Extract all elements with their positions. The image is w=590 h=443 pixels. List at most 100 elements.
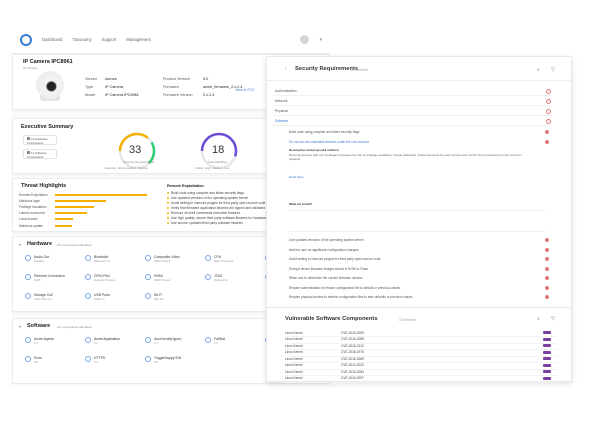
nav-support[interactable]: Support <box>102 37 117 42</box>
chevron-down-icon[interactable]: ▾ <box>19 324 21 329</box>
requirement-row[interactable]: Require physical access to restore confi… <box>289 294 549 300</box>
chevron-down-icon[interactable]: ▾ <box>19 242 21 247</box>
cve-id[interactable]: CVE-2016-2053 <box>341 331 364 335</box>
software-subtitle: 12 components identified <box>57 325 92 329</box>
vulnerable-components-subtitle: 18 identified <box>399 318 417 322</box>
status-dot <box>546 118 551 124</box>
field-label: Firmware <box>163 85 179 89</box>
software-name: TriggerHappy 918 <box>154 356 182 360</box>
cve-id[interactable]: CVE-2016-2084 <box>341 370 364 374</box>
vulnerability-row[interactable]: Linux Kernel CVE-2016-2097 <box>285 375 557 383</box>
software-item[interactable]: Exim 4.8 <box>25 356 42 364</box>
vulnerabilities-label: Vulnerabilities <box>208 160 228 164</box>
threat-bar-label: Malicious update <box>19 223 43 228</box>
requirement-label: Encrypt device firmware images stored in… <box>289 266 369 271</box>
hardware-item[interactable]: Audio Out Speaker <box>25 255 49 263</box>
cve-id[interactable]: CVE-2016-2069 <box>341 357 364 361</box>
requirement-row[interactable]: When use to determine the current firmwa… <box>289 275 549 281</box>
hardware-item[interactable]: JTAG Debug Port <box>205 274 228 282</box>
hardware-item[interactable]: CPU Main Processor <box>205 255 233 263</box>
hardware-item[interactable]: HDMI HDMI Output <box>145 274 170 282</box>
hardware-item[interactable]: Wi-Fi 802.11n <box>145 293 164 301</box>
threat-title: Threat Highlights <box>21 183 67 189</box>
requirement-label: Require physical access to restore confi… <box>289 295 413 299</box>
cve-id[interactable]: CVE-2016-2097 <box>341 376 364 380</box>
hardware-item[interactable]: Bluetooth Bluetooth 4.2 <box>85 255 110 263</box>
category-authentication[interactable]: Authentication <box>273 87 551 96</box>
hardware-item[interactable]: GPIO Pins General Purpose <box>85 274 115 282</box>
nav-taxonomy[interactable]: Taxonomy <box>73 37 92 42</box>
software-item[interactable]: Acme Application 2.4 <box>85 337 120 345</box>
security-requirements-subtitle: 33 identified <box>351 68 369 72</box>
cve-id[interactable]: CVE-2016-1975 <box>341 350 364 354</box>
cve-id[interactable]: CVE-2016-2112 <box>341 344 364 348</box>
hardware-item[interactable]: Ethernet Connection RJ45 <box>25 274 65 282</box>
status-dot <box>545 247 549 252</box>
requirement-row[interactable]: Require authentication to restore config… <box>289 285 549 291</box>
remote-item: Verify that firmware application binarie… <box>167 206 265 210</box>
component-name: Linux Kernel <box>285 337 303 341</box>
status-dot <box>546 98 551 104</box>
nav-dashboard[interactable]: Dashboard <box>42 37 63 42</box>
requirement-row[interactable]: Build code using compiler and linker sec… <box>289 129 549 135</box>
component-name: Linux Kernel <box>285 330 303 335</box>
logo-icon[interactable] <box>20 33 32 46</box>
back-arrow-icon[interactable]: ‹ <box>285 66 287 72</box>
software-count-pill[interactable]: 12 Software Components <box>23 149 57 159</box>
category-network[interactable]: Network <box>273 97 551 106</box>
requirement-label: Add the user as significant configuratio… <box>289 247 359 252</box>
requirement-row[interactable]: Use updated versions of the operating sy… <box>289 237 549 243</box>
remote-item: Remove all shell commands execution feat… <box>167 211 240 215</box>
hardware-icon <box>85 293 91 299</box>
remote-item: Avoid writing in insecure plugins for th… <box>167 201 266 205</box>
threat-bar-row: Remote Exploitation <box>19 192 147 197</box>
requirement-row[interactable]: Encrypt device firmware images stored in… <box>289 266 549 272</box>
hardware-icon <box>85 274 91 280</box>
software-item[interactable]: dca Kernel(Hyper) 1.2 <box>145 337 182 345</box>
category-software[interactable]: Software <box>273 117 551 126</box>
status-dot <box>545 276 549 280</box>
hardware-title: Hardware <box>27 241 53 247</box>
threat-bar-row: Malicious update <box>19 223 72 228</box>
search-icon[interactable]: ⌕ <box>537 67 540 73</box>
hardware-sub: RJ45 <box>34 278 41 282</box>
search-icon[interactable]: ⌕ <box>537 316 540 322</box>
software-icon <box>205 337 211 343</box>
camera-image <box>35 71 65 105</box>
software-item[interactable]: HTTPD 2.4 <box>85 356 105 364</box>
software-sub: 0.9 <box>154 360 158 364</box>
hardware-item[interactable]: Storage Coil Flash Memory <box>25 293 53 301</box>
threat-bar-label: Lateral movement <box>19 211 45 216</box>
chevron-down-icon[interactable]: ▾ <box>319 37 322 43</box>
filter-icon[interactable]: ▽ <box>551 316 555 322</box>
hardware-sub: Flash Memory <box>34 297 52 301</box>
read-more-link[interactable]: Read More <box>289 175 547 180</box>
status-dot <box>545 238 549 242</box>
hardware-item[interactable]: Composite Video Video Output <box>145 255 180 263</box>
severity-tag <box>543 350 551 354</box>
software-icon <box>85 356 91 362</box>
vulnerabilities-value: 18 <box>212 144 225 156</box>
filter-icon[interactable]: ▽ <box>551 67 555 73</box>
status-dot <box>545 266 549 271</box>
avatar[interactable] <box>300 35 310 44</box>
software-item[interactable]: Acme Agents 1.0 <box>25 337 54 345</box>
requirement-row[interactable]: Avoid writing in insecure plugins for th… <box>289 256 549 262</box>
hardware-item[interactable]: USB Ports USB 2.0 <box>85 293 110 301</box>
field-label: Model <box>85 93 96 97</box>
threat-bar-label: Remote Exploitation <box>19 192 48 197</box>
requirement-row[interactable]: Add the user as significant configuratio… <box>289 247 549 253</box>
requirement-row-selected[interactable]: Do not run non-essential services under … <box>289 139 549 145</box>
cve-id[interactable]: CVE-2014-2020 <box>341 363 364 367</box>
software-sub: 1.0 <box>34 341 38 345</box>
hardware-count-pill[interactable]: 16 Hardware Components <box>23 135 57 145</box>
cve-id[interactable]: CVE-2016-2085 <box>341 337 364 341</box>
software-icon <box>85 337 91 343</box>
field-value: 2.x.2.4 <box>203 93 215 97</box>
nav-management[interactable]: Management <box>126 37 150 42</box>
category-physical[interactable]: Physical <box>273 107 551 116</box>
software-item[interactable]: TriggerHappy 918 0.9 <box>145 356 181 364</box>
view-link[interactable]: View in FCC <box>235 88 255 92</box>
software-item[interactable]: FatStat 1.0 <box>205 337 225 345</box>
field-value: IP Camera IPC8961 <box>105 93 139 97</box>
